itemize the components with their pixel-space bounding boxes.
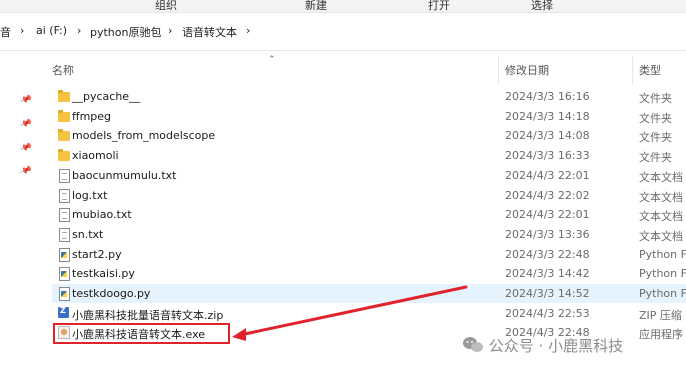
pin-icon[interactable]: 📌 [19, 164, 33, 177]
breadcrumb-separator[interactable]: › [168, 24, 172, 37]
ribbon-organize[interactable]: 组织 [155, 0, 177, 13]
file-type: 文件夹 [639, 111, 672, 125]
file-modified-date: 2024/3/3 14:52 [505, 287, 590, 300]
file-type: 文件夹 [639, 92, 672, 105]
zip-file-icon [58, 306, 69, 318]
watermark: 公众号 · 小鹿黑科技 [462, 335, 623, 356]
column-header-type[interactable]: 类型 [639, 62, 661, 78]
file-type: 文本文档 [639, 210, 683, 224]
column-divider[interactable] [498, 56, 499, 84]
file-name[interactable]: testkaisi.py [72, 267, 135, 280]
folder-icon [58, 149, 70, 162]
folder-icon [58, 129, 70, 142]
file-modified-date: 2024/4/3 22:02 [505, 188, 590, 202]
address-divider [0, 50, 686, 51]
breadcrumb-item-drive[interactable]: ai (F:) [36, 24, 67, 37]
file-row[interactable]: log.txt 2024/4/3 22:02 文本文档 [52, 186, 686, 205]
file-row[interactable]: models_from_modelscope 2024/3/3 14:08 文件夹 [52, 126, 686, 145]
breadcrumb-separator[interactable]: › [246, 24, 250, 37]
pin-icon[interactable]: 📌 [19, 141, 33, 154]
file-type: 文本文档 [639, 190, 683, 204]
file-name[interactable]: testkdoogo.py [72, 287, 150, 300]
file-modified-date: 2024/3/3 14:42 [505, 267, 590, 281]
file-row[interactable]: start2.py 2024/3/3 22:48 Python F [52, 245, 686, 264]
file-name[interactable]: mubiao.txt [72, 208, 132, 221]
file-modified-date: 2024/3/3 22:48 [505, 247, 590, 261]
text-file-icon [59, 168, 70, 183]
ribbon-toolbar: 组织 新建 打开 选择 [0, 0, 686, 13]
file-name[interactable]: xiaomoli [72, 149, 119, 162]
text-file-icon [59, 208, 70, 223]
file-row[interactable]: mubiao.txt 2024/4/3 22:01 文本文档 [52, 205, 686, 224]
file-modified-date: 2024/3/3 13:36 [505, 227, 590, 241]
pin-icon[interactable]: 📌 [19, 93, 33, 106]
breadcrumb: 音 › ai (F:) › python原驰包 › 语音转文本 › [0, 24, 686, 42]
breadcrumb-item-current[interactable]: 语音转文本 [182, 24, 237, 40]
ribbon-open[interactable]: 打开 [428, 0, 450, 13]
text-file-icon [59, 188, 70, 203]
text-file-icon [59, 227, 70, 242]
wechat-icon [463, 337, 483, 352]
file-name[interactable]: models_from_modelscope [72, 129, 215, 142]
file-row[interactable]: testkdoogo.py 2024/3/3 14:52 Python F [52, 284, 686, 303]
file-type: 文本文档 [639, 229, 683, 243]
watermark-text: 公众号 · 小鹿黑科技 [488, 337, 624, 355]
file-name[interactable]: __pycache__ [72, 90, 140, 103]
file-row[interactable]: __pycache__ 2024/3/3 16:16 文件夹 [52, 87, 686, 106]
file-row[interactable]: baocunmumulu.txt 2024/4/3 22:01 文本文档 [52, 166, 686, 185]
pin-icon[interactable]: 📌 [19, 117, 33, 130]
python-file-icon [59, 287, 70, 301]
file-name[interactable]: log.txt [72, 189, 107, 202]
column-divider[interactable] [632, 56, 633, 84]
file-type: Python F [639, 267, 686, 281]
file-name[interactable]: start2.py [72, 248, 122, 261]
file-name[interactable]: sn.txt [72, 228, 103, 241]
file-name[interactable]: ffmpeg [72, 110, 111, 123]
file-row[interactable]: 小鹿黑科技批量语音转文本.zip 2024/4/3 22:53 ZIP 压缩 [52, 304, 686, 323]
file-type: 文件夹 [639, 151, 672, 165]
file-modified-date: 2024/4/3 22:01 [505, 168, 590, 182]
column-header-modified[interactable]: 修改日期 [505, 62, 549, 78]
file-modified-date: 2024/3/3 14:18 [505, 109, 590, 123]
python-file-icon [59, 267, 70, 282]
python-file-icon [59, 247, 70, 262]
column-header-name[interactable]: 名称 [52, 62, 74, 78]
folder-icon [58, 109, 70, 122]
file-modified-date: 2024/3/3 16:16 [505, 90, 590, 103]
file-type: Python F [639, 247, 686, 261]
file-type: ZIP 压缩 [639, 308, 682, 322]
file-row[interactable]: sn.txt 2024/3/3 13:36 文本文档 [52, 225, 686, 244]
file-modified-date: 2024/3/3 14:08 [505, 129, 590, 143]
breadcrumb-separator[interactable]: › [77, 24, 81, 37]
breadcrumb-item-folder[interactable]: python原驰包 [90, 24, 161, 40]
file-modified-date: 2024/4/3 22:01 [505, 208, 590, 222]
ribbon-select[interactable]: 选择 [531, 0, 553, 13]
ribbon-new[interactable]: 新建 [305, 0, 327, 13]
file-row[interactable]: xiaomoli 2024/3/3 16:33 文件夹 [52, 146, 686, 165]
file-row[interactable]: testkaisi.py 2024/3/3 14:42 Python F [52, 264, 686, 283]
file-name[interactable]: baocunmumulu.txt [72, 169, 176, 182]
file-name[interactable]: 小鹿黑科技批量语音转文本.zip [72, 307, 223, 323]
file-type: 应用程序 [639, 328, 683, 342]
file-modified-date: 2024/3/3 16:33 [505, 149, 590, 163]
file-type: 文件夹 [639, 131, 672, 145]
file-type: 文本文档 [639, 170, 683, 184]
folder-icon [58, 90, 70, 102]
annotation-highlight-box [53, 323, 230, 344]
file-row[interactable]: ffmpeg 2024/3/3 14:18 文件夹 [52, 107, 686, 126]
file-modified-date: 2024/4/3 22:53 [505, 306, 590, 320]
breadcrumb-separator[interactable]: › [20, 24, 24, 37]
sort-up-icon: ⌃ [268, 55, 276, 65]
file-type: Python F [639, 287, 686, 300]
breadcrumb-item-partial[interactable]: 音 [0, 24, 11, 40]
